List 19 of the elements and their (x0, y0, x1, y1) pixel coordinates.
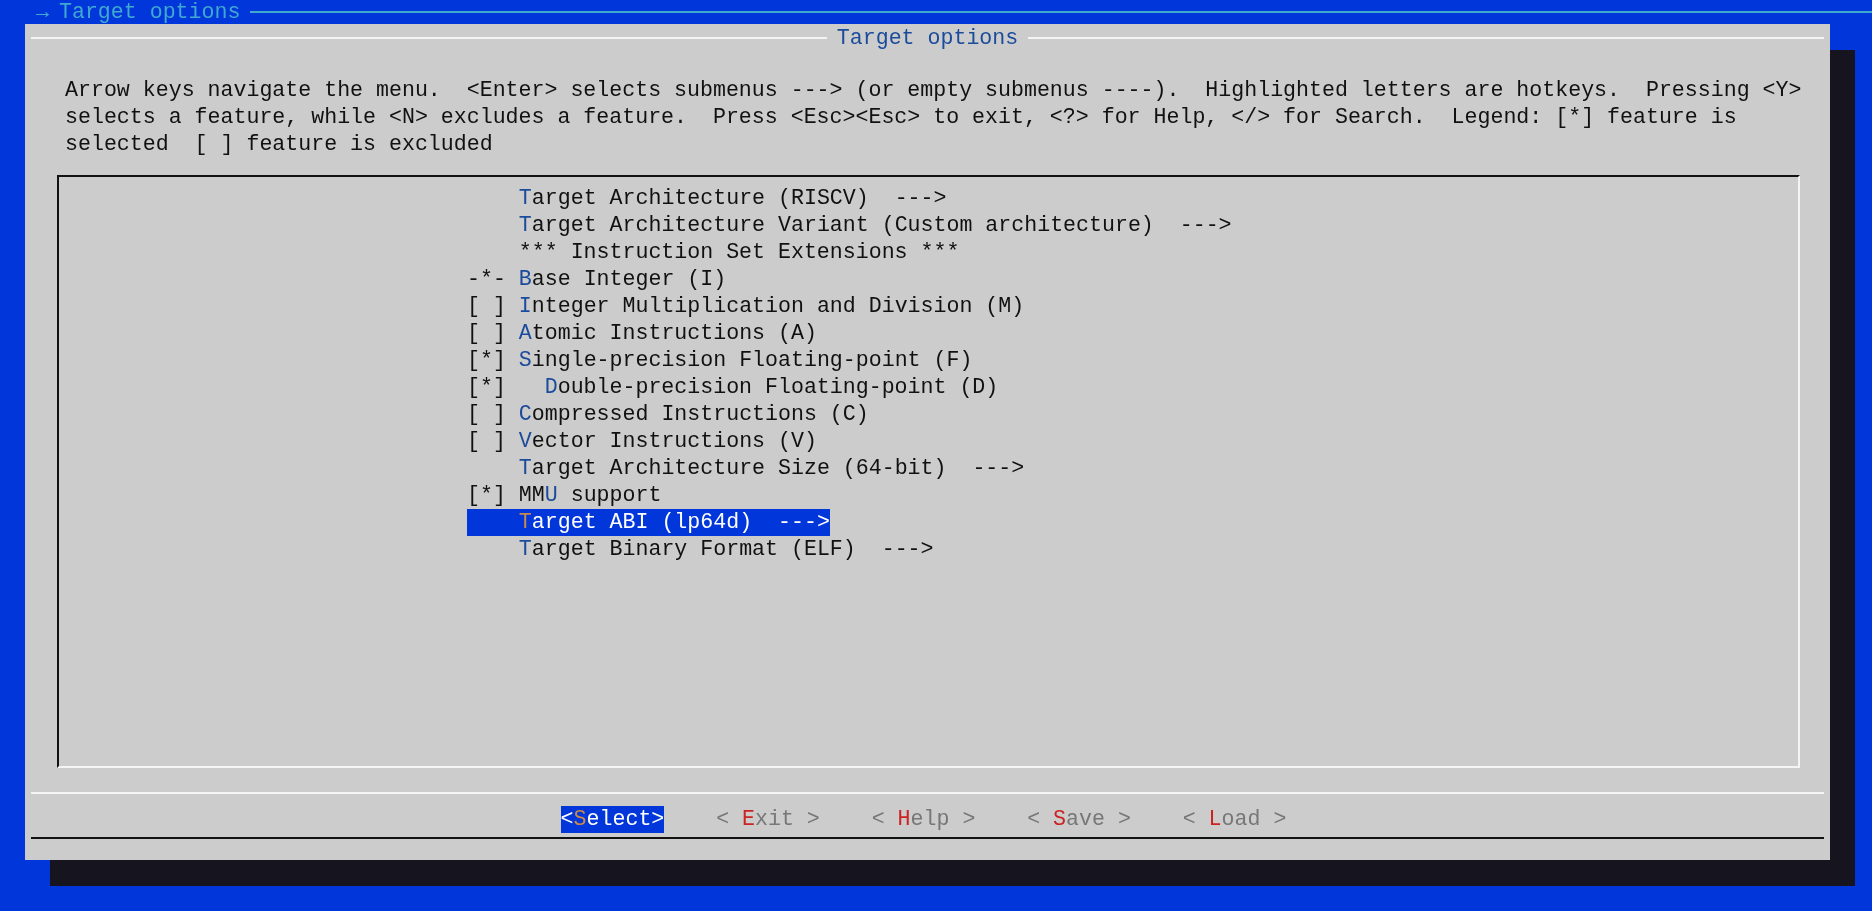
option-item[interactable]: [*] Double-precision Floating-point (D) (467, 374, 999, 401)
help-text: Arrow keys navigate the menu. <Enter> selects submenus ---> (or empty submenus ----). Highlighted letters are hotkeys. Pressing <Y> selects a feature, while <N> excludes a feature. Press <Esc><Esc> to exit, <?> for Help, </> for Search. Legend: [*] feature is selected [ ] feature is excluded (65, 77, 1802, 158)
submenu-item[interactable]: Target Architecture (RISCV) ---> (467, 185, 947, 212)
dialog-button[interactable]: <Select> (560, 806, 665, 833)
submenu-item[interactable]: Target Binary Format (ELF) ---> (467, 536, 934, 563)
option-item[interactable]: -*- Base Integer (I) (467, 266, 727, 293)
screen-title: Target options (58, 0, 241, 24)
option-item[interactable]: [ ] Integer Multiplication and Division (M) (467, 293, 1025, 320)
option-item[interactable]: [ ] Compressed Instructions (C) (467, 401, 869, 428)
section-comment: *** Instruction Set Extensions *** (517, 239, 960, 266)
option-item[interactable]: [ ] Atomic Instructions (A) (467, 320, 817, 347)
option-item[interactable]: [ ] Vector Instructions (V) (467, 428, 817, 455)
submenu-item[interactable]: Target Architecture Variant (Custom architecture) ---> (467, 212, 1232, 239)
option-item[interactable]: [*] Single-precision Floating-point (F) (467, 347, 973, 374)
option-item[interactable]: [*] MMU support (467, 482, 662, 509)
arrow-icon: → (36, 0, 49, 24)
dialog-title: Target options (835, 24, 1020, 52)
submenu-item[interactable]: Target ABI (lp64d) ---> (467, 509, 830, 536)
submenu-item[interactable]: Target Architecture Size (64-bit) ---> (467, 455, 1025, 482)
